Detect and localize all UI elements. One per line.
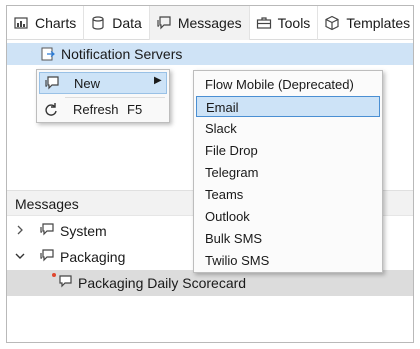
menu-item-new[interactable]: New ▶ xyxy=(39,72,167,94)
submenu-item-file-drop[interactable]: File Drop xyxy=(196,140,380,161)
tree-item-notification-servers[interactable]: Notification Servers xyxy=(7,43,413,65)
tab-charts[interactable]: Charts xyxy=(7,6,85,40)
submenu-item-flow-mobile[interactable]: Flow Mobile (Deprecated) xyxy=(196,74,380,95)
submenu-item-slack[interactable]: Slack xyxy=(196,118,380,139)
submenu-item-label: File Drop xyxy=(205,143,258,158)
menu-item-shortcut: F5 xyxy=(127,102,143,117)
tab-label: Charts xyxy=(35,15,77,31)
chevron-down-icon[interactable] xyxy=(14,249,26,263)
submenu-item-bulk-sms[interactable]: Bulk SMS xyxy=(196,228,380,249)
message-icon xyxy=(57,275,73,289)
submenu-item-label: Bulk SMS xyxy=(205,231,263,246)
menu-item-label: New xyxy=(74,76,101,91)
new-submenu: Flow Mobile (Deprecated) Email Slack Fil… xyxy=(193,70,383,273)
server-export-icon xyxy=(41,47,55,61)
context-menu: New ▶ Refresh F5 xyxy=(36,69,170,123)
submenu-item-teams[interactable]: Teams xyxy=(196,184,380,205)
submenu-item-email[interactable]: Email xyxy=(196,96,380,117)
submenu-item-label: Twilio SMS xyxy=(205,253,270,268)
tree-item-packaging-daily-scorecard[interactable]: Packaging Daily Scorecard xyxy=(7,270,413,296)
refresh-icon xyxy=(43,102,59,117)
message-icon xyxy=(156,15,172,31)
tree-item-label: Packaging xyxy=(60,249,126,265)
submenu-item-label: Flow Mobile (Deprecated) xyxy=(205,77,354,92)
database-icon xyxy=(90,15,106,31)
chart-icon xyxy=(13,15,29,31)
menu-item-refresh[interactable]: Refresh F5 xyxy=(39,99,167,121)
message-icon xyxy=(39,223,55,237)
submenu-item-label: Slack xyxy=(205,121,237,136)
new-message-icon xyxy=(44,76,60,91)
app-window: Charts Data Messages Tools Templates Not… xyxy=(6,5,414,343)
tree-item-label: System xyxy=(60,223,107,239)
tab-label: Templates xyxy=(346,15,411,31)
submenu-item-outlook[interactable]: Outlook xyxy=(196,206,380,227)
tab-label: Messages xyxy=(177,15,242,31)
menu-separator xyxy=(65,97,165,98)
tab-label: Data xyxy=(112,15,142,31)
tab-messages[interactable]: Messages xyxy=(149,6,250,40)
tab-data[interactable]: Data xyxy=(84,6,150,40)
menu-item-label: Refresh xyxy=(73,102,119,117)
toolbox-icon xyxy=(256,15,272,31)
tree-item-label: Packaging Daily Scorecard xyxy=(78,275,247,291)
section-title: Messages xyxy=(15,196,79,212)
submenu-item-label: Telegram xyxy=(205,165,259,180)
chevron-right-icon[interactable] xyxy=(15,223,27,237)
main-tabbar: Charts Data Messages Tools Templates xyxy=(7,6,413,40)
tree-item-label: Notification Servers xyxy=(61,46,183,62)
submenu-item-label: Teams xyxy=(205,187,244,202)
tab-templates[interactable]: Templates xyxy=(318,6,413,40)
unread-badge xyxy=(52,273,56,277)
tab-tools[interactable]: Tools xyxy=(250,6,319,40)
submenu-item-label: Email xyxy=(206,100,239,115)
submenu-item-label: Outlook xyxy=(205,209,250,224)
message-icon xyxy=(39,249,55,263)
submenu-item-twilio-sms[interactable]: Twilio SMS xyxy=(196,250,380,271)
submenu-item-telegram[interactable]: Telegram xyxy=(196,162,380,183)
submenu-arrow-icon: ▶ xyxy=(154,75,162,86)
cube-icon xyxy=(324,15,340,31)
tab-label: Tools xyxy=(277,15,311,31)
